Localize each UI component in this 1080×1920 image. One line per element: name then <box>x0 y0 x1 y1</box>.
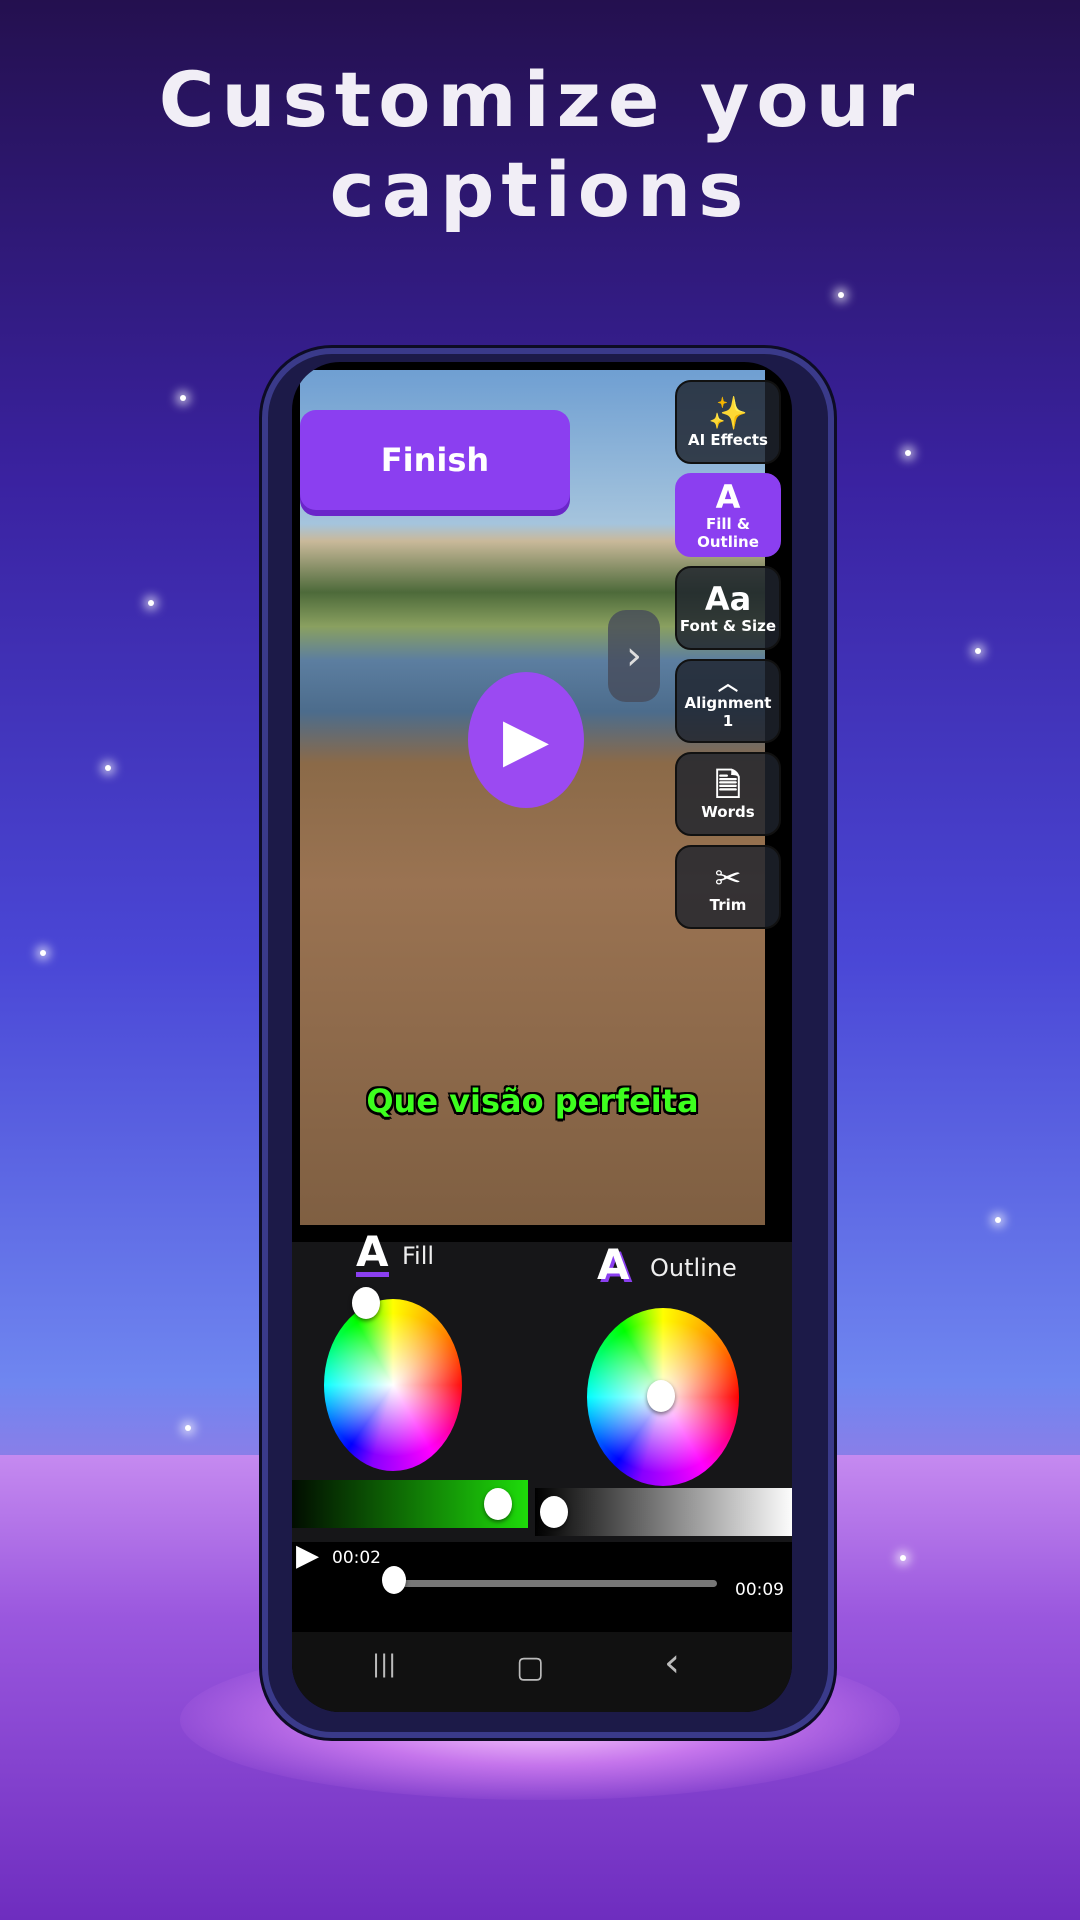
star <box>148 600 154 606</box>
fill-color-wheel[interactable] <box>324 1299 462 1471</box>
star <box>900 1555 906 1561</box>
scissors-icon: ✂ <box>714 859 742 897</box>
headline-line-1: Customize your <box>158 55 922 144</box>
outline-wheel-knob[interactable] <box>647 1380 675 1412</box>
fill-a-icon: A <box>356 1227 389 1277</box>
video-preview[interactable]: Finish › ▶ ✨ AI Effects A Fill & Outline A… <box>300 370 781 1225</box>
recent-apps-button[interactable]: ||| <box>372 1650 396 1678</box>
back-button[interactable]: ‹ <box>664 1640 680 1686</box>
android-nav-bar: ||| ▢ ‹ <box>292 1632 792 1712</box>
play-icon: ▶ <box>502 705 550 775</box>
magic-wand-icon: ✨ <box>708 394 748 432</box>
phone-screen: Finish › ▶ ✨ AI Effects A Fill & Outline A… <box>292 362 792 1712</box>
outline-brightness-slider[interactable] <box>535 1488 792 1536</box>
font-aa-icon: Aa <box>704 580 752 618</box>
star <box>185 1425 191 1431</box>
timeline-thumb[interactable] <box>382 1566 406 1594</box>
chevron-right-icon[interactable]: › <box>608 610 660 702</box>
letter-a-icon: A <box>715 478 741 516</box>
tool-font-size[interactable]: Aa Font & Size <box>675 566 781 650</box>
star <box>105 765 111 771</box>
current-time: 00:02 <box>332 1548 381 1568</box>
tool-fill-outline[interactable]: A Fill & Outline <box>675 473 781 557</box>
finish-button[interactable]: Finish <box>300 410 570 510</box>
alignment-value: 1 <box>722 712 734 730</box>
play-button[interactable]: ▶ <box>468 672 584 808</box>
total-time: 00:09 <box>735 1580 784 1600</box>
star <box>905 450 911 456</box>
star <box>995 1217 1001 1223</box>
star <box>40 950 46 956</box>
headline-line-2: captions <box>329 145 751 234</box>
tool-label: Trim <box>709 896 747 914</box>
timeline-track[interactable] <box>392 1580 717 1587</box>
document-icon: 🗎 <box>715 766 741 804</box>
tool-alignment[interactable]: ︿ Alignment 1 <box>675 659 781 743</box>
fill-label: Fill <box>402 1242 435 1270</box>
tool-label: Words <box>701 803 755 821</box>
tool-trim[interactable]: ✂ Trim <box>675 845 781 929</box>
caption-text[interactable]: Que visão perfeita <box>300 1082 765 1120</box>
outline-brightness-knob[interactable] <box>540 1496 568 1528</box>
tool-words[interactable]: 🗎 Words <box>675 752 781 836</box>
fill-wheel-knob[interactable] <box>352 1287 380 1319</box>
outline-label: Outline <box>650 1254 737 1282</box>
star <box>975 648 981 654</box>
play-icon[interactable]: ▶ <box>296 1538 319 1573</box>
outline-a-icon: A <box>597 1240 630 1289</box>
home-button[interactable]: ▢ <box>516 1650 544 1685</box>
tool-label: Fill & Outline <box>697 515 759 551</box>
headline: Customize your captions <box>0 55 1080 235</box>
star <box>838 292 844 298</box>
star <box>180 395 186 401</box>
chevron-up-icon: ︿ <box>718 671 738 695</box>
tool-label: AI Effects <box>688 431 768 449</box>
fill-brightness-knob[interactable] <box>484 1488 512 1520</box>
tool-label: Alignment <box>684 694 772 712</box>
tool-ai-effects[interactable]: ✨ AI Effects <box>675 380 781 464</box>
tool-label: Font & Size <box>679 617 777 635</box>
